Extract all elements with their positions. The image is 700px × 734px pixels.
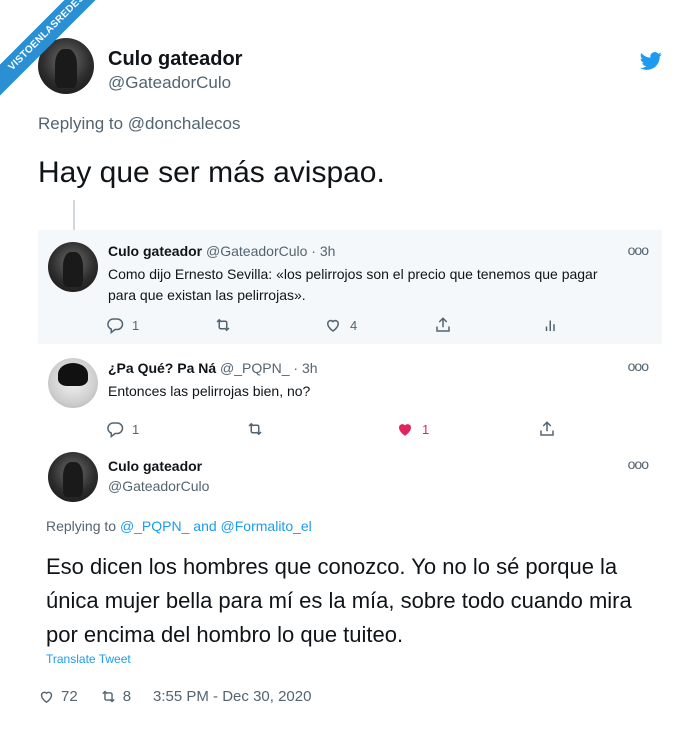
author-name[interactable]: ¿Pa Qué? Pa Ná <box>108 360 216 376</box>
more-options-icon[interactable]: ooo <box>628 242 649 258</box>
twitter-bird-icon[interactable] <box>638 50 664 72</box>
avatar[interactable] <box>48 242 98 292</box>
timestamp[interactable]: 3:55 PM - Dec 30, 2020 <box>153 688 311 705</box>
replying-prefix: Replying to <box>38 114 128 133</box>
screenshot-stage: VISTOENLASREDES Culo gateador @GateadorC… <box>0 0 700 734</box>
final-tweet-header: Culo gateador @GateadorCulo ooo <box>38 448 662 508</box>
retweet-count: 8 <box>122 688 132 705</box>
reply-icon <box>107 318 124 334</box>
author-name[interactable]: Culo gateador <box>108 243 202 259</box>
share-icon <box>436 317 450 332</box>
share-button[interactable] <box>434 316 452 334</box>
replying-to: Replying to @donchalecos <box>38 114 241 134</box>
reply-button[interactable]: 1 <box>106 420 139 438</box>
like-count: 72 <box>61 688 78 705</box>
retweet-button[interactable] <box>246 420 264 438</box>
like-count: 1 <box>422 421 430 437</box>
heart-filled-icon <box>399 424 411 436</box>
analytics-button[interactable] <box>542 316 560 334</box>
replying-to-link[interactable]: @Formalito_el <box>221 518 312 534</box>
replying-to: Replying to @_PQPN_ and @Formalito_el <box>46 518 312 534</box>
heart-icon[interactable] <box>38 688 55 705</box>
tweet-header: ¿Pa Qué? Pa Ná @_PQPN_ · 3h <box>108 360 318 376</box>
share-button[interactable] <box>538 420 556 438</box>
more-options-icon[interactable]: ooo <box>628 358 649 374</box>
tweet-text: Como dijo Ernesto Sevilla: «los pelirroj… <box>108 266 598 303</box>
translate-tweet-link[interactable]: Translate Tweet <box>46 652 131 666</box>
author-handle[interactable]: @GateadorCulo <box>108 73 231 93</box>
tweet-actions: 1 4 <box>106 316 626 336</box>
watermark-ribbon: VISTOENLASREDES <box>0 0 110 110</box>
tweet-card: Culo gateador @GateadorCulo Replying to … <box>12 10 688 728</box>
reply-icon <box>107 422 124 438</box>
thread-tweet-original[interactable]: Culo gateador @GateadorCulo · 3h ooo Com… <box>38 230 662 344</box>
retweet-icon <box>216 318 230 332</box>
share-icon <box>540 421 554 436</box>
more-options-icon[interactable]: ooo <box>628 456 649 472</box>
replying-and: and <box>189 518 221 534</box>
avatar[interactable] <box>48 452 98 502</box>
retweet-icon[interactable] <box>100 688 117 705</box>
like-button[interactable]: 1 <box>396 420 429 438</box>
author-handle[interactable]: @_PQPN_ · 3h <box>220 360 317 376</box>
replying-to-link[interactable]: @_PQPN_ <box>120 518 189 534</box>
tweet-actions: 1 1 <box>106 420 626 440</box>
like-button[interactable]: 4 <box>324 316 357 334</box>
tweet-text: Entonces las pelirrojas bien, no? <box>108 383 311 399</box>
heart-icon <box>326 319 340 332</box>
reply-count: 1 <box>132 317 140 333</box>
watermark-text: VISTOENLASREDES <box>0 0 110 101</box>
replying-prefix: Replying to <box>46 518 120 534</box>
retweet-icon <box>248 422 262 436</box>
author-name[interactable]: Culo gateador <box>108 458 202 474</box>
main-tweet-text: Hay que ser más avispao. <box>38 156 385 189</box>
avatar[interactable] <box>48 358 98 408</box>
thread-tweet-reply[interactable]: ¿Pa Qué? Pa Ná @_PQPN_ · 3h ooo Entonces… <box>38 350 662 442</box>
like-count: 4 <box>350 317 358 333</box>
author-handle[interactable]: @GateadorCulo <box>108 478 209 494</box>
reply-count: 1 <box>132 421 140 437</box>
tweet-header: Culo gateador @GateadorCulo · 3h <box>108 243 335 259</box>
retweet-button[interactable] <box>214 316 232 334</box>
author-name[interactable]: Culo gateador <box>108 48 242 71</box>
analytics-icon <box>545 320 555 331</box>
final-tweet-text: Eso dicen los hombres que conozco. Yo no… <box>46 554 632 647</box>
author-handle[interactable]: @GateadorCulo · 3h <box>206 243 335 259</box>
tweet-footer: 72 8 3:55 PM - Dec 30, 2020 <box>38 688 311 705</box>
reply-button[interactable]: 1 <box>106 316 139 334</box>
replying-to-link[interactable]: @donchalecos <box>128 114 241 133</box>
thread-connector <box>73 200 75 230</box>
